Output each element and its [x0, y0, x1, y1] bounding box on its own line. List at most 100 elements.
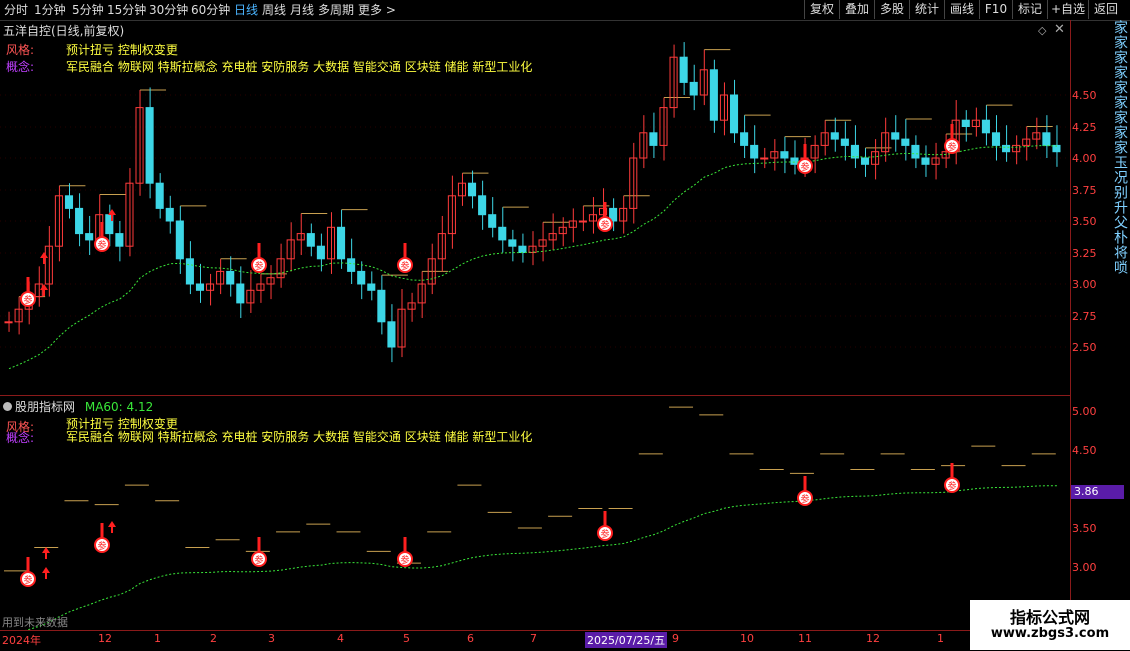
candle-body [195, 283, 205, 291]
candle-body [679, 56, 688, 83]
x-tick: 12 [866, 632, 880, 645]
watermark-url: www.zbgs3.com [990, 626, 1110, 641]
candle-body [14, 308, 23, 323]
candle-body [236, 283, 245, 304]
candle-body [860, 157, 870, 165]
ma60-value: MA60: 4.12 [84, 400, 154, 414]
candle-body [175, 220, 184, 260]
candle-body [306, 233, 315, 247]
sub-y-tick: 4.50 [1072, 444, 1097, 457]
y-tick: 4.50 [1072, 89, 1097, 102]
candle-body [891, 132, 900, 140]
candle-body [961, 119, 970, 127]
y-tick: 3.00 [1072, 278, 1097, 291]
candle-body [508, 239, 517, 247]
sub-signal-marker-label: 参 [800, 493, 809, 505]
style-label: 风格: [6, 43, 35, 57]
candle-body [689, 81, 698, 96]
concept-value: 军民融合 物联网 特斯拉概念 充电桩 安防服务 大数据 智能交通 区块链 储能 … [66, 60, 533, 74]
up-arrow-icon [108, 209, 116, 215]
candle-body [991, 132, 1001, 146]
candle-body [578, 220, 587, 223]
sub-y-tick: 5.00 [1072, 405, 1097, 418]
sub-concept-value: 军民融合 物联网 特斯拉概念 充电桩 安防服务 大数据 智能交通 区块链 储能 … [66, 430, 533, 444]
axis-divider [1070, 20, 1071, 630]
candle-body [498, 226, 507, 241]
x-tick: 7 [530, 632, 537, 645]
signal-marker-label: 参 [97, 239, 106, 251]
side-strip: 家家家家家家家家家玉况别升父朴将唢 [1112, 20, 1128, 275]
x-tick: 3 [268, 632, 275, 645]
y-tick: 3.75 [1072, 184, 1097, 197]
candle-body [911, 144, 920, 159]
future-data-note: 用到未来数据 [2, 616, 68, 629]
signal-marker-label: 参 [600, 219, 609, 231]
up-arrow-icon [40, 252, 48, 258]
signal-marker-label: 参 [800, 161, 809, 173]
indicator-toggle-icon[interactable] [3, 402, 12, 411]
diamond-icon[interactable]: ◇ [1038, 24, 1046, 37]
sub-panel-header: 股朋指标网 MA60: 4.12 [3, 398, 153, 415]
x-tick: 5 [403, 632, 410, 645]
candle-body [407, 302, 416, 310]
candle-body [981, 119, 990, 134]
candle-body [206, 283, 215, 291]
x-tick: 10 [740, 632, 754, 645]
x-tick: 1 [937, 632, 944, 645]
sub-y-tick: 3.00 [1072, 561, 1097, 574]
candle-body [165, 207, 174, 222]
kline-chart[interactable]: 参参参 参参参参参参参 参参参参 [0, 0, 1070, 630]
x-tick: 12 [98, 632, 112, 645]
candle-body [740, 132, 749, 146]
candle-body [729, 94, 739, 134]
candle-body [810, 144, 819, 159]
signal-marker-label: 参 [947, 141, 956, 153]
y-tick: 2.75 [1072, 310, 1097, 323]
candle-body [85, 233, 94, 241]
watermark: 指标公式网 www.zbgs3.com [970, 600, 1130, 650]
candle-body [387, 321, 396, 348]
up-arrow-icon [108, 521, 116, 527]
y-tick: 2.50 [1072, 341, 1097, 354]
candle-body [316, 245, 325, 260]
y-tick: 4.00 [1072, 152, 1097, 165]
main-panel-title: 五洋自控(日线,前复权) [3, 24, 125, 38]
watermark-title: 指标公式网 [1009, 608, 1090, 627]
candle-body [1042, 132, 1051, 146]
candle-body [830, 132, 839, 140]
candle-body [760, 157, 769, 160]
candle-body [780, 151, 789, 159]
candle-body [790, 157, 799, 165]
signal-marker-label: 参 [23, 294, 32, 306]
candle-body [145, 107, 154, 184]
sub-signal-marker-label: 参 [600, 528, 609, 540]
sub-concept-label: 概念: [6, 431, 35, 445]
candle-body [367, 283, 376, 291]
style-value: 预计扭亏 控制权变更 [66, 43, 178, 57]
candle-body [750, 144, 759, 159]
candle-body [488, 214, 497, 228]
candle-body [1002, 144, 1011, 153]
candle-body [226, 270, 235, 285]
x-tick: 1 [154, 632, 161, 645]
sub-signal-marker-label: 参 [254, 554, 263, 566]
candle-body [54, 195, 63, 247]
sub-signal-marker-label: 参 [947, 480, 956, 492]
close-icon[interactable]: ✕ [1054, 22, 1065, 37]
candle-body [347, 258, 356, 272]
signal-marker-label: 参 [254, 260, 263, 272]
sub-signal-marker-label: 参 [23, 574, 32, 586]
y-tick: 4.25 [1072, 121, 1097, 134]
x-tick: 4 [337, 632, 344, 645]
x-tick: 6 [467, 632, 474, 645]
candle-body [377, 289, 386, 323]
candle-body [840, 138, 849, 146]
back-button[interactable]: 返回 [1088, 0, 1123, 19]
candle-body [709, 69, 718, 121]
x-axis: 2024年 12 1 2 3 4 5 6 7 2025/07/25/五 9 10… [0, 630, 1070, 651]
candle-body [901, 138, 910, 146]
candle-body [437, 233, 446, 260]
sub-ma-line [25, 485, 1057, 630]
indicator-name: 股朋指标网 [15, 400, 76, 414]
candle-body [518, 245, 527, 253]
